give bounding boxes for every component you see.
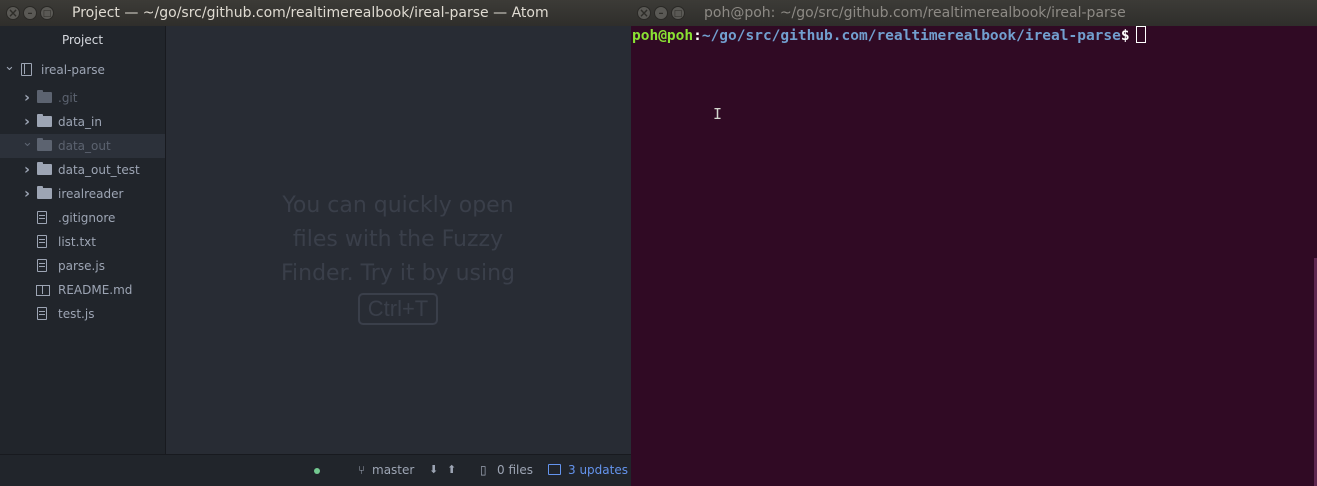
tree-item-test-js[interactable]: test.js — [0, 302, 165, 326]
hint-line: Finder. Try it by using — [280, 261, 516, 286]
prompt-colon: : — [693, 28, 702, 44]
hint-line: files with the Fuzzy — [292, 227, 504, 252]
tree-item-label: parse.js — [58, 259, 105, 273]
folder-icon — [37, 138, 52, 151]
tree-view-header[interactable]: Project — [0, 26, 165, 54]
chevron-right-icon[interactable] — [22, 110, 32, 134]
prompt-path: ~/go/src/github.com/realtimerealbook/ire… — [701, 28, 1121, 44]
close-icon[interactable] — [6, 0, 20, 26]
tree-item-label: data_out — [58, 139, 111, 153]
fuzzy-finder-hint: You can quickly open files with the Fuzz… — [268, 189, 528, 327]
status-dot-icon — [314, 468, 320, 474]
editor-pane[interactable]: You can quickly open files with the Fuzz… — [166, 26, 631, 454]
file-text-icon — [37, 307, 47, 320]
tree-item-label: test.js — [58, 307, 95, 321]
chevron-down-icon[interactable] — [22, 134, 32, 158]
git-branch-icon[interactable]: ⑂ — [358, 455, 365, 485]
file-text-icon — [37, 259, 47, 272]
ibeam-cursor-icon: I — [713, 105, 723, 123]
chevron-right-icon[interactable] — [22, 158, 32, 182]
file-text-icon — [37, 235, 47, 248]
tree-item-label: ireal-parse — [41, 63, 105, 77]
tree-item-label: irealreader — [58, 187, 124, 201]
chevron-right-icon[interactable] — [22, 182, 32, 206]
folder-icon — [37, 114, 52, 127]
tree-item-parse-js[interactable]: parse.js — [0, 254, 165, 278]
terminal-window-title: poh@poh: ~/go/src/github.com/realtimerea… — [704, 5, 1126, 21]
tree-item-label: README.md — [58, 283, 133, 297]
terminal-titlebar[interactable]: poh@poh: ~/go/src/github.com/realtimerea… — [631, 0, 1317, 26]
terminal-window-controls — [637, 0, 685, 26]
package-icon[interactable] — [548, 464, 561, 475]
tree-item-gitignore[interactable]: .gitignore — [0, 206, 165, 230]
tree-item-label: data_in — [58, 115, 102, 129]
atom-window-title: Project — ~/go/src/github.com/realtimere… — [72, 5, 549, 21]
chevron-down-icon[interactable] — [4, 58, 14, 82]
atom-titlebar[interactable]: Project — ~/go/src/github.com/realtimere… — [0, 0, 631, 26]
tree-item-irealreader[interactable]: irealreader — [0, 182, 165, 206]
package-updates-link[interactable]: 3 updates — [568, 455, 628, 485]
maximize-icon[interactable] — [40, 1, 54, 26]
folder-icon — [37, 162, 52, 175]
shortcut-key: Ctrl+T — [357, 293, 439, 325]
close-icon[interactable] — [637, 0, 651, 26]
tree-root-ireal-parse[interactable]: ireal-parse — [0, 58, 165, 82]
book-icon — [36, 285, 50, 296]
maximize-icon[interactable] — [671, 1, 685, 26]
tree-item-data-out[interactable]: data_out — [0, 134, 165, 158]
arrow-down-icon[interactable]: ⬇ — [429, 455, 438, 485]
tree-item-list-txt[interactable]: list.txt — [0, 230, 165, 254]
status-bar: ⑂ master ⬇ ⬆ ▯ 0 files 3 updates — [0, 454, 631, 486]
tree-view: Project ireal-parse .git data_in data_ou… — [0, 26, 166, 454]
git-branch-label[interactable]: master — [372, 455, 414, 485]
tree-item-label: .gitignore — [58, 211, 116, 225]
tree-item-data-in[interactable]: data_in — [0, 110, 165, 134]
atom-window-controls — [6, 0, 54, 26]
hint-line: You can quickly open — [282, 193, 514, 218]
arrow-up-icon[interactable]: ⬆ — [447, 455, 456, 485]
tree-item-readme-md[interactable]: README.md — [0, 278, 165, 302]
minimize-icon[interactable] — [654, 1, 668, 26]
tree-item-data-out-test[interactable]: data_out_test — [0, 158, 165, 182]
terminal-prompt: poh@poh:~/go/src/github.com/realtimereal… — [632, 26, 1146, 45]
tree-item-git[interactable]: .git — [0, 86, 165, 110]
tree-item-label: .git — [58, 91, 78, 105]
prompt-dollar: $ — [1120, 28, 1130, 44]
tree-item-label: data_out_test — [58, 163, 140, 177]
git-files-count[interactable]: 0 files — [497, 455, 533, 485]
tree-item-label: list.txt — [58, 235, 96, 249]
terminal-window[interactable]: poh@poh:~/go/src/github.com/realtimereal… — [631, 26, 1317, 486]
file-text-icon — [37, 211, 47, 224]
minimize-icon[interactable] — [23, 1, 37, 26]
folder-icon — [37, 186, 52, 199]
diff-file-icon[interactable]: ▯ — [480, 455, 487, 485]
folder-icon — [37, 90, 52, 103]
prompt-user: poh@poh — [632, 28, 694, 44]
chevron-right-icon[interactable] — [22, 86, 32, 110]
repo-icon — [21, 63, 32, 76]
terminal-cursor — [1135, 26, 1146, 43]
atom-window: Project ireal-parse .git data_in data_ou… — [0, 26, 631, 486]
